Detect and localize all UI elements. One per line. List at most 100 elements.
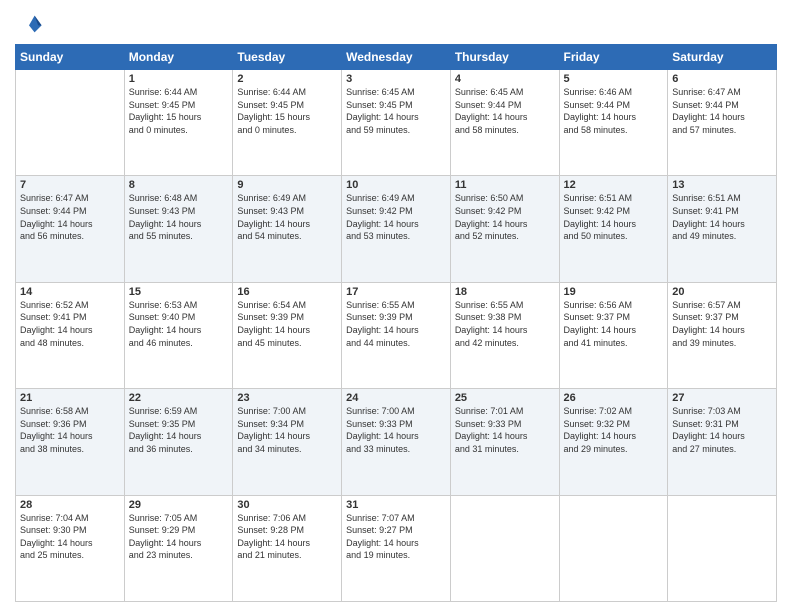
day-number: 31 <box>346 499 446 511</box>
calendar-cell: 27Sunrise: 7:03 AMSunset: 9:31 PMDayligh… <box>668 389 777 495</box>
calendar-cell: 23Sunrise: 7:00 AMSunset: 9:34 PMDayligh… <box>233 389 342 495</box>
calendar-cell: 11Sunrise: 6:50 AMSunset: 9:42 PMDayligh… <box>450 176 559 282</box>
calendar-cell <box>450 495 559 601</box>
day-number: 20 <box>672 286 772 298</box>
calendar-cell: 19Sunrise: 6:56 AMSunset: 9:37 PMDayligh… <box>559 282 668 388</box>
calendar-cell: 16Sunrise: 6:54 AMSunset: 9:39 PMDayligh… <box>233 282 342 388</box>
day-number: 14 <box>20 286 120 298</box>
day-info: Sunrise: 6:51 AMSunset: 9:41 PMDaylight:… <box>672 192 772 242</box>
day-number: 13 <box>672 179 772 191</box>
day-number: 8 <box>129 179 229 191</box>
day-number: 6 <box>672 73 772 85</box>
calendar-cell: 22Sunrise: 6:59 AMSunset: 9:35 PMDayligh… <box>124 389 233 495</box>
calendar-cell: 3Sunrise: 6:45 AMSunset: 9:45 PMDaylight… <box>342 70 451 176</box>
calendar-cell: 20Sunrise: 6:57 AMSunset: 9:37 PMDayligh… <box>668 282 777 388</box>
day-number: 19 <box>564 286 664 298</box>
day-info: Sunrise: 6:53 AMSunset: 9:40 PMDaylight:… <box>129 299 229 349</box>
calendar-cell: 12Sunrise: 6:51 AMSunset: 9:42 PMDayligh… <box>559 176 668 282</box>
calendar-cell <box>559 495 668 601</box>
calendar-cell: 10Sunrise: 6:49 AMSunset: 9:42 PMDayligh… <box>342 176 451 282</box>
calendar-cell: 17Sunrise: 6:55 AMSunset: 9:39 PMDayligh… <box>342 282 451 388</box>
calendar-table: SundayMondayTuesdayWednesdayThursdayFrid… <box>15 44 777 602</box>
day-number: 23 <box>237 392 337 404</box>
day-number: 24 <box>346 392 446 404</box>
day-number: 9 <box>237 179 337 191</box>
day-info: Sunrise: 6:50 AMSunset: 9:42 PMDaylight:… <box>455 192 555 242</box>
week-row-4: 21Sunrise: 6:58 AMSunset: 9:36 PMDayligh… <box>16 389 777 495</box>
day-info: Sunrise: 7:03 AMSunset: 9:31 PMDaylight:… <box>672 405 772 455</box>
day-info: Sunrise: 6:54 AMSunset: 9:39 PMDaylight:… <box>237 299 337 349</box>
day-number: 1 <box>129 73 229 85</box>
calendar-cell: 25Sunrise: 7:01 AMSunset: 9:33 PMDayligh… <box>450 389 559 495</box>
day-info: Sunrise: 6:49 AMSunset: 9:43 PMDaylight:… <box>237 192 337 242</box>
week-row-5: 28Sunrise: 7:04 AMSunset: 9:30 PMDayligh… <box>16 495 777 601</box>
day-number: 4 <box>455 73 555 85</box>
day-number: 18 <box>455 286 555 298</box>
day-info: Sunrise: 7:06 AMSunset: 9:28 PMDaylight:… <box>237 512 337 562</box>
day-number: 29 <box>129 499 229 511</box>
day-number: 17 <box>346 286 446 298</box>
day-info: Sunrise: 6:44 AMSunset: 9:45 PMDaylight:… <box>129 86 229 136</box>
day-info: Sunrise: 6:59 AMSunset: 9:35 PMDaylight:… <box>129 405 229 455</box>
calendar-cell: 18Sunrise: 6:55 AMSunset: 9:38 PMDayligh… <box>450 282 559 388</box>
col-header-monday: Monday <box>124 45 233 70</box>
day-info: Sunrise: 6:52 AMSunset: 9:41 PMDaylight:… <box>20 299 120 349</box>
col-header-thursday: Thursday <box>450 45 559 70</box>
calendar-cell: 6Sunrise: 6:47 AMSunset: 9:44 PMDaylight… <box>668 70 777 176</box>
day-info: Sunrise: 6:51 AMSunset: 9:42 PMDaylight:… <box>564 192 664 242</box>
day-info: Sunrise: 6:48 AMSunset: 9:43 PMDaylight:… <box>129 192 229 242</box>
day-number: 2 <box>237 73 337 85</box>
day-info: Sunrise: 6:56 AMSunset: 9:37 PMDaylight:… <box>564 299 664 349</box>
col-header-wednesday: Wednesday <box>342 45 451 70</box>
day-info: Sunrise: 6:45 AMSunset: 9:45 PMDaylight:… <box>346 86 446 136</box>
calendar-cell: 1Sunrise: 6:44 AMSunset: 9:45 PMDaylight… <box>124 70 233 176</box>
day-info: Sunrise: 7:00 AMSunset: 9:34 PMDaylight:… <box>237 405 337 455</box>
col-header-saturday: Saturday <box>668 45 777 70</box>
calendar-cell: 31Sunrise: 7:07 AMSunset: 9:27 PMDayligh… <box>342 495 451 601</box>
calendar-cell: 30Sunrise: 7:06 AMSunset: 9:28 PMDayligh… <box>233 495 342 601</box>
day-number: 10 <box>346 179 446 191</box>
calendar-cell: 21Sunrise: 6:58 AMSunset: 9:36 PMDayligh… <box>16 389 125 495</box>
day-number: 3 <box>346 73 446 85</box>
calendar-cell: 4Sunrise: 6:45 AMSunset: 9:44 PMDaylight… <box>450 70 559 176</box>
day-info: Sunrise: 6:49 AMSunset: 9:42 PMDaylight:… <box>346 192 446 242</box>
calendar-cell: 24Sunrise: 7:00 AMSunset: 9:33 PMDayligh… <box>342 389 451 495</box>
day-info: Sunrise: 7:05 AMSunset: 9:29 PMDaylight:… <box>129 512 229 562</box>
day-number: 15 <box>129 286 229 298</box>
day-number: 12 <box>564 179 664 191</box>
day-info: Sunrise: 7:01 AMSunset: 9:33 PMDaylight:… <box>455 405 555 455</box>
day-number: 5 <box>564 73 664 85</box>
header <box>15 10 777 38</box>
day-number: 22 <box>129 392 229 404</box>
calendar-cell: 8Sunrise: 6:48 AMSunset: 9:43 PMDaylight… <box>124 176 233 282</box>
day-number: 30 <box>237 499 337 511</box>
calendar-cell: 13Sunrise: 6:51 AMSunset: 9:41 PMDayligh… <box>668 176 777 282</box>
day-number: 16 <box>237 286 337 298</box>
logo-icon <box>15 10 43 38</box>
day-number: 25 <box>455 392 555 404</box>
day-number: 7 <box>20 179 120 191</box>
day-number: 21 <box>20 392 120 404</box>
day-info: Sunrise: 6:57 AMSunset: 9:37 PMDaylight:… <box>672 299 772 349</box>
week-row-3: 14Sunrise: 6:52 AMSunset: 9:41 PMDayligh… <box>16 282 777 388</box>
day-info: Sunrise: 6:58 AMSunset: 9:36 PMDaylight:… <box>20 405 120 455</box>
day-info: Sunrise: 7:04 AMSunset: 9:30 PMDaylight:… <box>20 512 120 562</box>
day-info: Sunrise: 6:45 AMSunset: 9:44 PMDaylight:… <box>455 86 555 136</box>
calendar-cell <box>668 495 777 601</box>
day-info: Sunrise: 6:46 AMSunset: 9:44 PMDaylight:… <box>564 86 664 136</box>
calendar-cell: 15Sunrise: 6:53 AMSunset: 9:40 PMDayligh… <box>124 282 233 388</box>
day-info: Sunrise: 7:00 AMSunset: 9:33 PMDaylight:… <box>346 405 446 455</box>
day-info: Sunrise: 6:55 AMSunset: 9:38 PMDaylight:… <box>455 299 555 349</box>
day-number: 26 <box>564 392 664 404</box>
header-row: SundayMondayTuesdayWednesdayThursdayFrid… <box>16 45 777 70</box>
page: SundayMondayTuesdayWednesdayThursdayFrid… <box>0 0 792 612</box>
col-header-friday: Friday <box>559 45 668 70</box>
day-info: Sunrise: 6:44 AMSunset: 9:45 PMDaylight:… <box>237 86 337 136</box>
day-info: Sunrise: 6:47 AMSunset: 9:44 PMDaylight:… <box>20 192 120 242</box>
calendar-cell: 14Sunrise: 6:52 AMSunset: 9:41 PMDayligh… <box>16 282 125 388</box>
week-row-2: 7Sunrise: 6:47 AMSunset: 9:44 PMDaylight… <box>16 176 777 282</box>
calendar-cell: 2Sunrise: 6:44 AMSunset: 9:45 PMDaylight… <box>233 70 342 176</box>
day-number: 11 <box>455 179 555 191</box>
col-header-tuesday: Tuesday <box>233 45 342 70</box>
week-row-1: 1Sunrise: 6:44 AMSunset: 9:45 PMDaylight… <box>16 70 777 176</box>
